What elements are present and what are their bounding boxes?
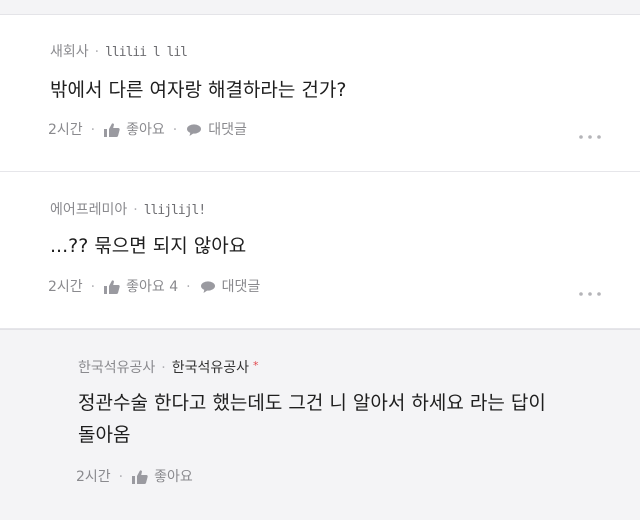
reply-target-author[interactable]: 한국석유공사: [172, 360, 249, 376]
comment-thread: 새회사 · llilii l lil 밖에서 다른 여자랑 해결하라는 건가? 2시…: [0, 0, 640, 520]
comment-handle: llijlijl!: [143, 203, 206, 218]
action-separator: ·: [90, 122, 96, 138]
comment-meta: 새회사 · llilii l lil: [50, 43, 188, 62]
comment-meta: 에어프레미아 · llijlijl!: [50, 201, 206, 220]
action-separator: ·: [186, 279, 191, 295]
like-button[interactable]: 좋아요: [131, 468, 193, 486]
reply-button[interactable]: 대댓글: [185, 121, 247, 139]
reply-body-line-1: 정관수술 한다고 했는데도 그건 니 알아서 하세요 라는 답이: [78, 392, 546, 414]
writer-badge-icon: *: [253, 359, 259, 372]
meta-separator: ·: [133, 202, 138, 218]
like-label: 좋아요: [126, 122, 165, 138]
reply-button[interactable]: 대댓글: [199, 278, 261, 296]
like-label: 좋아요: [154, 469, 193, 485]
previous-section-edge: [0, 0, 640, 15]
comment-actions: 2시간 · 좋아요 4 · 대댓글: [48, 278, 260, 296]
thumbs-up-icon: [103, 279, 121, 295]
speech-bubble-icon: [199, 279, 217, 295]
action-separator: ·: [172, 122, 178, 138]
reply-actions: 2시간 · 좋아요: [76, 468, 193, 486]
comment-time: 2시간: [48, 279, 83, 295]
reply-item: 한국석유공사 · 한국석유공사 * 정관수술 한다고 했는데도 그건 니 알아서 하세…: [0, 329, 640, 520]
meta-separator: ·: [94, 44, 100, 60]
thumbs-up-icon: [103, 122, 121, 138]
comment-handle: llilii l lil: [105, 45, 188, 60]
comment-item: 에어프레미아 · llijlijl! ...?? 묶으면 되지 않아요 2시간 · …: [0, 172, 640, 329]
comment-body: ...?? 묶으면 되지 않아요: [50, 235, 247, 257]
comment-author[interactable]: 에어프레미아: [50, 202, 127, 218]
comment-body: 밖에서 다른 여자랑 해결하라는 건가?: [50, 79, 347, 101]
reply-label: 대댓글: [208, 122, 247, 138]
comment-actions: 2시간 · 좋아요 · 대댓글: [48, 121, 247, 139]
comment-item: 새회사 · llilii l lil 밖에서 다른 여자랑 해결하라는 건가? 2시…: [0, 15, 640, 172]
action-separator: ·: [118, 469, 124, 485]
like-button[interactable]: 좋아요: [103, 121, 165, 139]
reply-author[interactable]: 한국석유공사: [78, 360, 155, 376]
reply-meta: 한국석유공사 · 한국석유공사 *: [78, 357, 259, 377]
reply-time: 2시간: [76, 469, 111, 485]
speech-bubble-icon: [185, 122, 203, 138]
more-dots-icon[interactable]: [578, 290, 602, 298]
thumbs-up-icon: [131, 469, 149, 485]
comment-time: 2시간: [48, 122, 83, 138]
action-separator: ·: [90, 279, 96, 295]
comment-author[interactable]: 새회사: [50, 44, 89, 60]
like-button[interactable]: 좋아요 4: [103, 278, 178, 296]
reply-body-line-2: 돌아옴: [78, 424, 131, 446]
like-label: 좋아요 4: [126, 279, 179, 295]
more-dots-icon[interactable]: [578, 133, 602, 141]
reply-label: 대댓글: [221, 279, 261, 295]
meta-separator: ·: [161, 360, 166, 376]
